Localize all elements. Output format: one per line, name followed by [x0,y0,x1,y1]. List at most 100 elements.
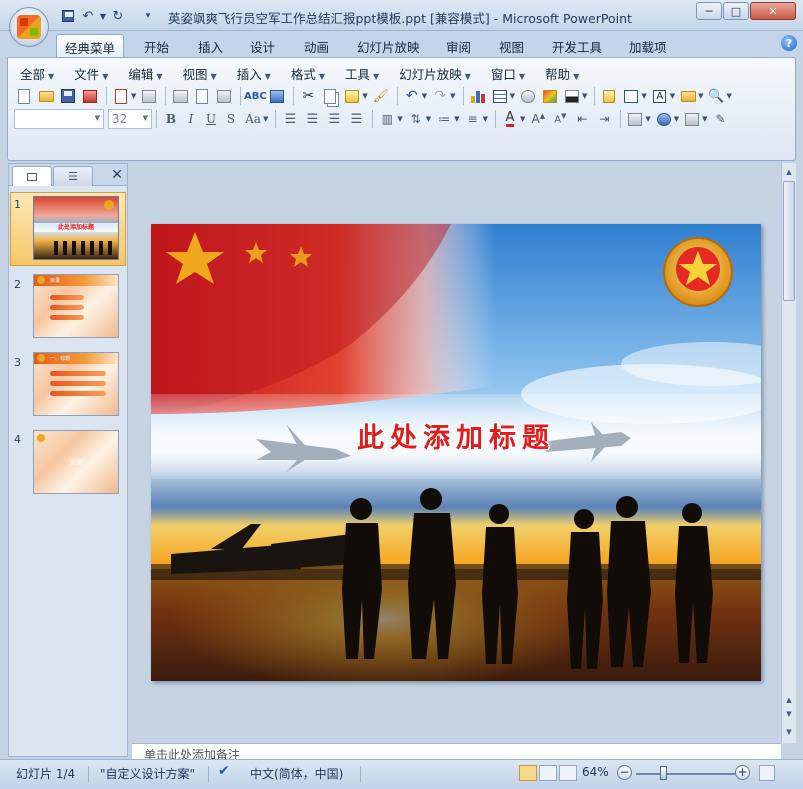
maximize-button[interactable]: □ [723,2,749,20]
new-document-icon[interactable] [14,86,34,106]
scroll-up-icon[interactable]: ▲ [782,165,796,179]
save-icon[interactable] [58,86,78,106]
chevron-down-icon[interactable]: ▼ [670,92,675,100]
change-case-button[interactable]: Aa [241,109,265,129]
columns-icon[interactable]: ▥ [377,109,397,129]
prev-slide-icon[interactable]: ▲ [782,693,796,707]
theme-name[interactable]: "自定义设计方案" [100,765,195,782]
menu-tools[interactable]: 工具 ▼ [339,62,385,82]
zoom-slider-thumb[interactable] [660,766,667,780]
undo-icon[interactable]: ↶ [78,7,98,25]
email-icon[interactable] [111,86,131,106]
customize-qat-icon[interactable]: ▾ [138,7,158,25]
research-icon[interactable] [267,86,287,106]
fit-to-window-icon[interactable] [759,765,775,781]
chevron-down-icon[interactable]: ▼ [645,115,650,123]
vertical-scrollbar[interactable]: ▲ ▲ ▼ ▼ [781,163,796,743]
publish-icon[interactable] [139,86,159,106]
chevron-down-icon[interactable]: ▼ [510,92,515,100]
folder-icon[interactable] [678,86,698,106]
menu-insert[interactable]: 插入 ▼ [231,62,277,82]
new-slide-icon[interactable] [599,86,619,106]
tab-insert[interactable]: 插入 [190,34,231,57]
text-direction-icon[interactable]: ⇅ [406,109,426,129]
arrange-icon[interactable] [625,109,645,129]
spell-check-icon[interactable]: ✔ [218,763,230,779]
bold-button[interactable]: B [161,109,181,129]
slide-thumbnail-4[interactable]: 谢谢 [33,430,119,494]
undo-dropdown-icon[interactable]: ▼ [98,7,108,25]
spelling-icon[interactable]: ABC [244,86,267,106]
align-right-icon[interactable]: ☰ [324,109,344,129]
align-left-icon[interactable]: ☰ [280,109,300,129]
tab-classic-menu[interactable]: 经典菜单 [56,34,125,57]
close-button[interactable]: ✕ [750,2,796,20]
chevron-down-icon[interactable]: ▼ [362,92,367,100]
chevron-down-icon[interactable]: ▼ [727,92,732,100]
current-slide[interactable]: 此处添加标题 [151,224,761,681]
scroll-thumb[interactable] [783,181,795,301]
tab-review[interactable]: 审阅 [438,34,479,57]
minimize-button[interactable]: ─ [696,2,722,20]
chevron-down-icon[interactable]: ▼ [641,92,646,100]
italic-button[interactable]: I [181,109,201,129]
format-painter-icon[interactable]: 🖌 [371,86,391,106]
print-preview-icon[interactable] [192,86,212,106]
permission-icon[interactable] [80,86,100,106]
zoom-level[interactable]: 64% [582,765,609,779]
tab-outline[interactable]: ☰ [53,166,93,186]
undo-icon[interactable]: ↶ [402,86,422,106]
copy-icon[interactable] [320,86,340,106]
zoom-search-icon[interactable]: 🔍 [707,86,727,106]
insert-table-icon[interactable] [490,86,510,106]
tab-slideshow[interactable]: 幻灯片放映 [349,34,428,57]
shadow-button[interactable]: S [221,109,241,129]
scroll-down-icon[interactable]: ▼ [782,725,796,739]
shrink-font-icon[interactable]: A▼ [550,109,570,129]
text-box-icon[interactable]: A [650,86,670,106]
menu-all[interactable]: 全部 ▼ [14,62,60,82]
tab-addins[interactable]: 加载项 [621,34,675,57]
close-panel-icon[interactable]: ✕ [111,167,123,183]
slide-title[interactable]: 此处添加标题 [151,416,761,455]
zoom-slider[interactable] [636,773,736,775]
slide-thumbnail-3[interactable]: 一、标题 [33,352,119,416]
redo-icon[interactable]: ↷ [430,86,450,106]
chevron-down-icon[interactable]: ▼ [450,92,455,100]
slideshow-view-icon[interactable] [559,765,577,781]
align-center-icon[interactable]: ☰ [302,109,322,129]
notes-pane[interactable]: 单击此处添加备注 [132,743,781,759]
paste-icon[interactable] [342,86,362,106]
insert-chart-icon[interactable] [468,86,488,106]
language-indicator[interactable]: 中文(简体，中国) [250,765,343,782]
chevron-down-icon[interactable]: ▼ [397,115,402,123]
chevron-down-icon[interactable]: ▼ [422,92,427,100]
insert-picture-icon[interactable] [518,86,538,106]
chevron-down-icon[interactable]: ▼ [698,92,703,100]
increase-indent-icon[interactable]: ⇥ [594,109,614,129]
chevron-down-icon[interactable]: ▼ [426,115,431,123]
open-folder-icon[interactable] [36,86,56,106]
slide-layout-icon[interactable] [621,86,641,106]
zoom-in-icon[interactable]: + [735,765,750,780]
numbering-icon[interactable]: ≔ [434,109,454,129]
tab-developer[interactable]: 开发工具 [544,34,610,57]
normal-view-icon[interactable] [519,765,537,781]
chevron-down-icon[interactable]: ▼ [483,115,488,123]
zoom-out-icon[interactable]: − [617,765,632,780]
chevron-down-icon[interactable]: ▼ [131,92,136,100]
menu-edit[interactable]: 编辑 ▼ [122,62,168,82]
slide-sorter-view-icon[interactable] [539,765,557,781]
menu-slideshow[interactable]: 幻灯片放映 ▼ [393,62,477,82]
underline-button[interactable]: U [201,109,221,129]
tab-view[interactable]: 视图 [491,34,532,57]
slide-thumbnail-1[interactable]: 此处添加标题 [33,196,119,260]
menu-format[interactable]: 格式 ▼ [285,62,331,82]
decrease-indent-icon[interactable]: ⇤ [572,109,592,129]
chevron-down-icon[interactable]: ▼ [674,115,679,123]
menu-file[interactable]: 文件 ▼ [68,62,114,82]
chevron-down-icon[interactable]: ▼ [520,115,525,123]
font-size-combo[interactable]: 32 ▼ [108,109,152,129]
chevron-down-icon[interactable]: ▼ [263,115,268,123]
tab-animation[interactable]: 动画 [296,34,337,57]
